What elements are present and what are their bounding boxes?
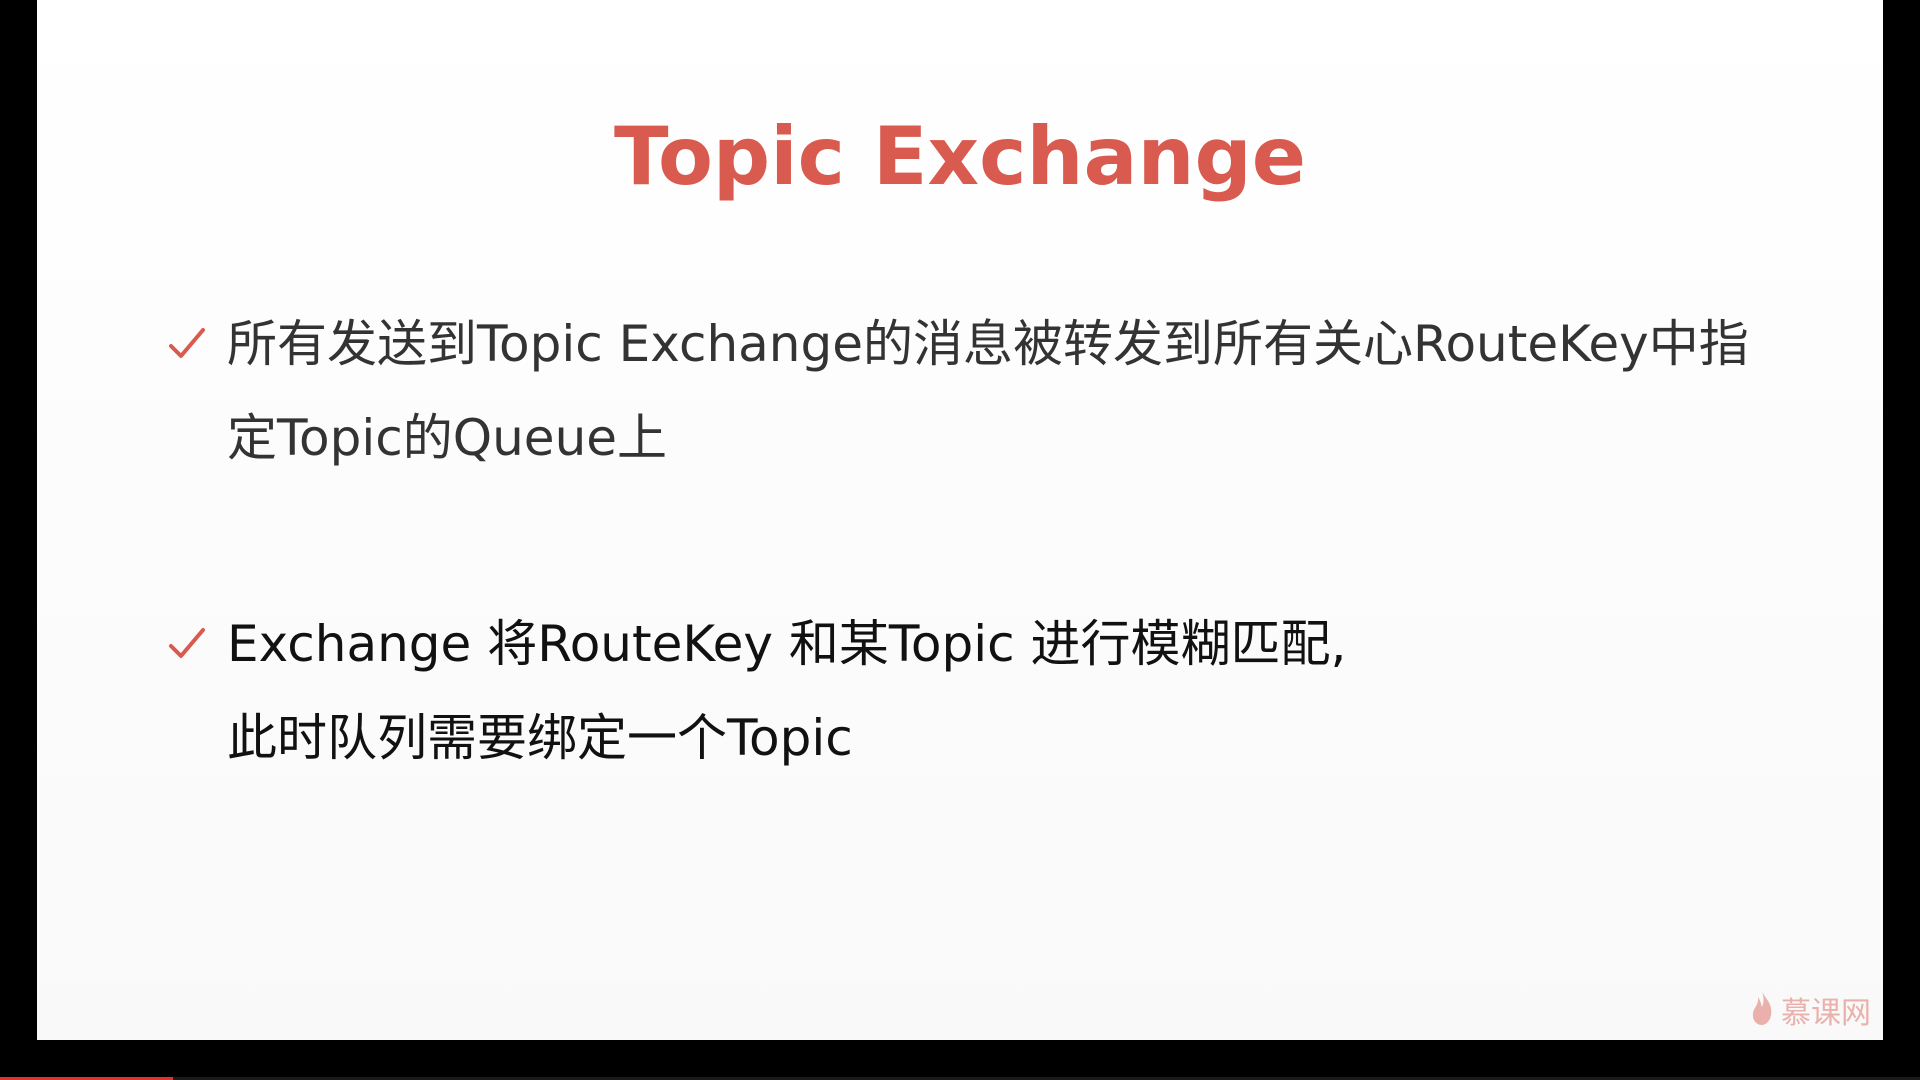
bullet-text: 所有发送到Topic Exchange的消息被转发到所有关心RouteKey中指… <box>227 297 1749 485</box>
bullet-line: 此时队列需要绑定一个Topic <box>227 709 853 767</box>
video-frame: Topic Exchange 所有发送到Topic Exchange的消息被转发… <box>0 0 1920 1080</box>
checkmark-icon <box>167 618 227 670</box>
bullet-item: 所有发送到Topic Exchange的消息被转发到所有关心RouteKey中指… <box>167 315 1867 485</box>
bullet-text: Exchange 将RouteKey 和某Topic 进行模糊匹配, 此时队列需… <box>227 597 1346 785</box>
watermark-text: 慕课网 <box>1781 996 1871 1031</box>
slide: Topic Exchange 所有发送到Topic Exchange的消息被转发… <box>37 0 1883 1040</box>
watermark: 慕课网 <box>1749 988 1871 1032</box>
bullet-line: Exchange 将RouteKey 和某Topic 进行模糊匹配, <box>227 615 1347 673</box>
bullet-item: Exchange 将RouteKey 和某Topic 进行模糊匹配, 此时队列需… <box>167 615 1867 785</box>
flame-icon <box>1749 989 1775 1031</box>
checkmark-icon <box>167 318 227 370</box>
slide-title: Topic Exchange <box>614 110 1306 203</box>
bullet-line: 所有发送到Topic Exchange的消息被转发到所有关心RouteKey中指 <box>227 315 1749 373</box>
bullet-line: 定Topic的Queue上 <box>227 409 668 467</box>
